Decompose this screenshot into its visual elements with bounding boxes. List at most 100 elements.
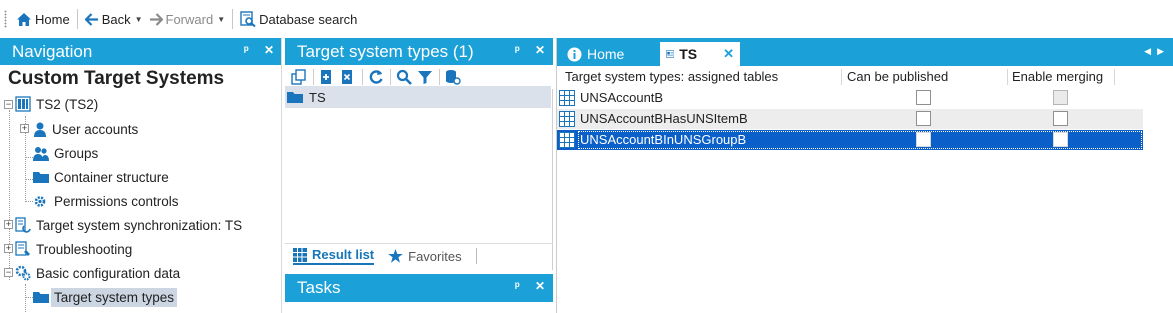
configuration-gear-icon: [15, 265, 31, 281]
search-icon[interactable]: [396, 69, 412, 85]
database-query-icon[interactable]: [445, 69, 461, 85]
tree-line: [25, 297, 33, 298]
tree-item-label: Groups: [54, 145, 99, 161]
expand-toggle[interactable]: +: [4, 244, 13, 253]
enable-merging-checkbox[interactable]: [1053, 90, 1068, 105]
tree-item-label: Target system synchronization: TS: [36, 217, 243, 233]
table-header: Target system types: assigned tables Can…: [557, 66, 1173, 86]
column-separator[interactable]: [1114, 69, 1115, 85]
toolbar-separator: [313, 69, 314, 85]
back-dropdown-icon[interactable]: ▼: [135, 15, 143, 24]
tree-line: [25, 284, 26, 313]
close-icon[interactable]: ✕: [535, 43, 545, 57]
result-list-item-label: TS: [309, 89, 326, 105]
tree-item-container-structure[interactable]: Container structure: [33, 166, 169, 188]
pin-icon[interactable]: ᵖ: [515, 43, 520, 57]
navigation-header-title: Navigation: [12, 41, 93, 61]
back-button[interactable]: Back ▼: [82, 8, 146, 30]
result-panel-header: Target system types (1) ᵖ ✕: [285, 38, 553, 65]
info-icon: [567, 47, 582, 61]
back-arrow-icon: [84, 12, 98, 26]
result-panel: Target system types (1) ᵖ ✕ TS Result li…: [285, 38, 553, 270]
forward-dropdown-icon[interactable]: ▼: [217, 15, 225, 24]
column-header-assigned-tables[interactable]: Target system types: assigned tables: [565, 69, 778, 84]
user-icon: [34, 122, 46, 137]
tree-item-target-system-synchronization[interactable]: Target system synchronization: TS: [15, 214, 242, 236]
expand-toggle[interactable]: +: [20, 124, 29, 133]
forward-arrow-icon: [149, 12, 163, 26]
tree-item-label: Basic configuration data: [36, 265, 181, 281]
tab-home[interactable]: Home: [561, 42, 630, 66]
column-separator[interactable]: [1007, 69, 1008, 85]
table-row[interactable]: UNSAccountB: [557, 88, 1143, 108]
column-separator[interactable]: [841, 69, 842, 85]
back-label: Back: [101, 11, 131, 27]
delete-object-icon[interactable]: [340, 69, 356, 85]
filter-icon[interactable]: [417, 69, 433, 85]
home-icon: [17, 12, 31, 26]
tab-close-icon[interactable]: ✕: [723, 46, 734, 62]
forward-button[interactable]: Forward ▼: [146, 8, 229, 30]
tree-item-target-system-types[interactable]: Target system types: [33, 286, 178, 308]
tab-ts[interactable]: TS ✕: [660, 42, 740, 66]
tree-item-permissions-controls[interactable]: Permissions controls: [33, 190, 179, 212]
tree-item-troubleshooting[interactable]: Troubleshooting: [15, 238, 132, 260]
result-list-item[interactable]: TS: [285, 86, 551, 108]
tab-favorites-label: Favorites: [408, 248, 462, 264]
close-icon[interactable]: ✕: [535, 279, 545, 293]
tab-separator: [475, 248, 477, 264]
permissions-gear-icon: [34, 195, 46, 207]
column-header-enable-merging[interactable]: Enable merging: [1012, 69, 1103, 84]
table-icon: [559, 132, 575, 148]
toolbar-grip[interactable]: [4, 10, 7, 28]
enable-merging-checkbox[interactable]: [1053, 111, 1068, 126]
folder-icon: [33, 172, 49, 183]
tree-item-ts2[interactable]: TS2 (TS2): [15, 93, 98, 115]
tree-item-user-accounts[interactable]: User accounts: [33, 118, 138, 140]
expand-toggle[interactable]: +: [4, 220, 13, 229]
enable-merging-checkbox[interactable]: [1053, 132, 1068, 147]
toolbar-separator: [362, 69, 363, 85]
groups-icon: [33, 146, 49, 161]
synchronization-icon: [15, 217, 31, 233]
pin-icon[interactable]: ᵖ: [244, 43, 249, 57]
tab-favorites[interactable]: Favorites: [388, 248, 462, 264]
tree-item-label: Permissions controls: [54, 193, 179, 209]
column-header-can-be-published[interactable]: Can be published: [847, 69, 948, 84]
tree-item-label: User accounts: [52, 121, 139, 137]
tree-line: [25, 157, 33, 158]
database-search-button[interactable]: Database search: [237, 8, 360, 30]
tab-home-label: Home: [587, 46, 625, 62]
document-panel: Home TS ✕ ◀▶ Target system types: assign…: [556, 38, 1173, 313]
can-be-published-checkbox[interactable]: [916, 90, 931, 105]
tab-scroll-arrows[interactable]: ◀▶: [1144, 46, 1170, 57]
table-row[interactable]: UNSAccountBHasUNSItemB: [557, 109, 1143, 129]
copy-icon[interactable]: [291, 69, 307, 85]
expand-toggle[interactable]: −: [4, 100, 13, 109]
toolbar-separator: [390, 69, 391, 85]
can-be-published-checkbox[interactable]: [916, 111, 931, 126]
document-tab-strip: Home TS ✕ ◀▶: [557, 38, 1173, 66]
tab-ts-label: TS: [679, 46, 698, 62]
toolbar-separator: [232, 9, 234, 29]
tree-item-groups[interactable]: Groups: [33, 142, 98, 164]
home-button[interactable]: Home: [13, 8, 73, 30]
expand-toggle[interactable]: −: [4, 268, 13, 277]
tab-result-list-label: Result list: [312, 247, 375, 262]
can-be-published-checkbox[interactable]: [916, 132, 931, 147]
database-search-icon: [240, 11, 256, 27]
tasks-header: Tasks ᵖ ✕: [285, 274, 553, 302]
pin-icon[interactable]: ᵖ: [515, 279, 520, 293]
star-icon: [388, 249, 403, 263]
home-label: Home: [35, 11, 70, 27]
grid-icon: [293, 247, 307, 262]
close-icon[interactable]: ✕: [264, 43, 274, 57]
tree-item-basic-configuration-data[interactable]: Basic configuration data: [15, 262, 180, 284]
table-row-selected[interactable]: UNSAccountBInUNSGroupB: [557, 130, 1143, 150]
table-icon: [559, 90, 575, 106]
tab-result-list[interactable]: Result list: [293, 247, 375, 265]
target-system-type-icon: [666, 50, 675, 58]
refresh-icon[interactable]: [368, 69, 384, 85]
add-object-icon[interactable]: [319, 69, 335, 85]
result-tabs: Result list Favorites: [285, 243, 553, 268]
